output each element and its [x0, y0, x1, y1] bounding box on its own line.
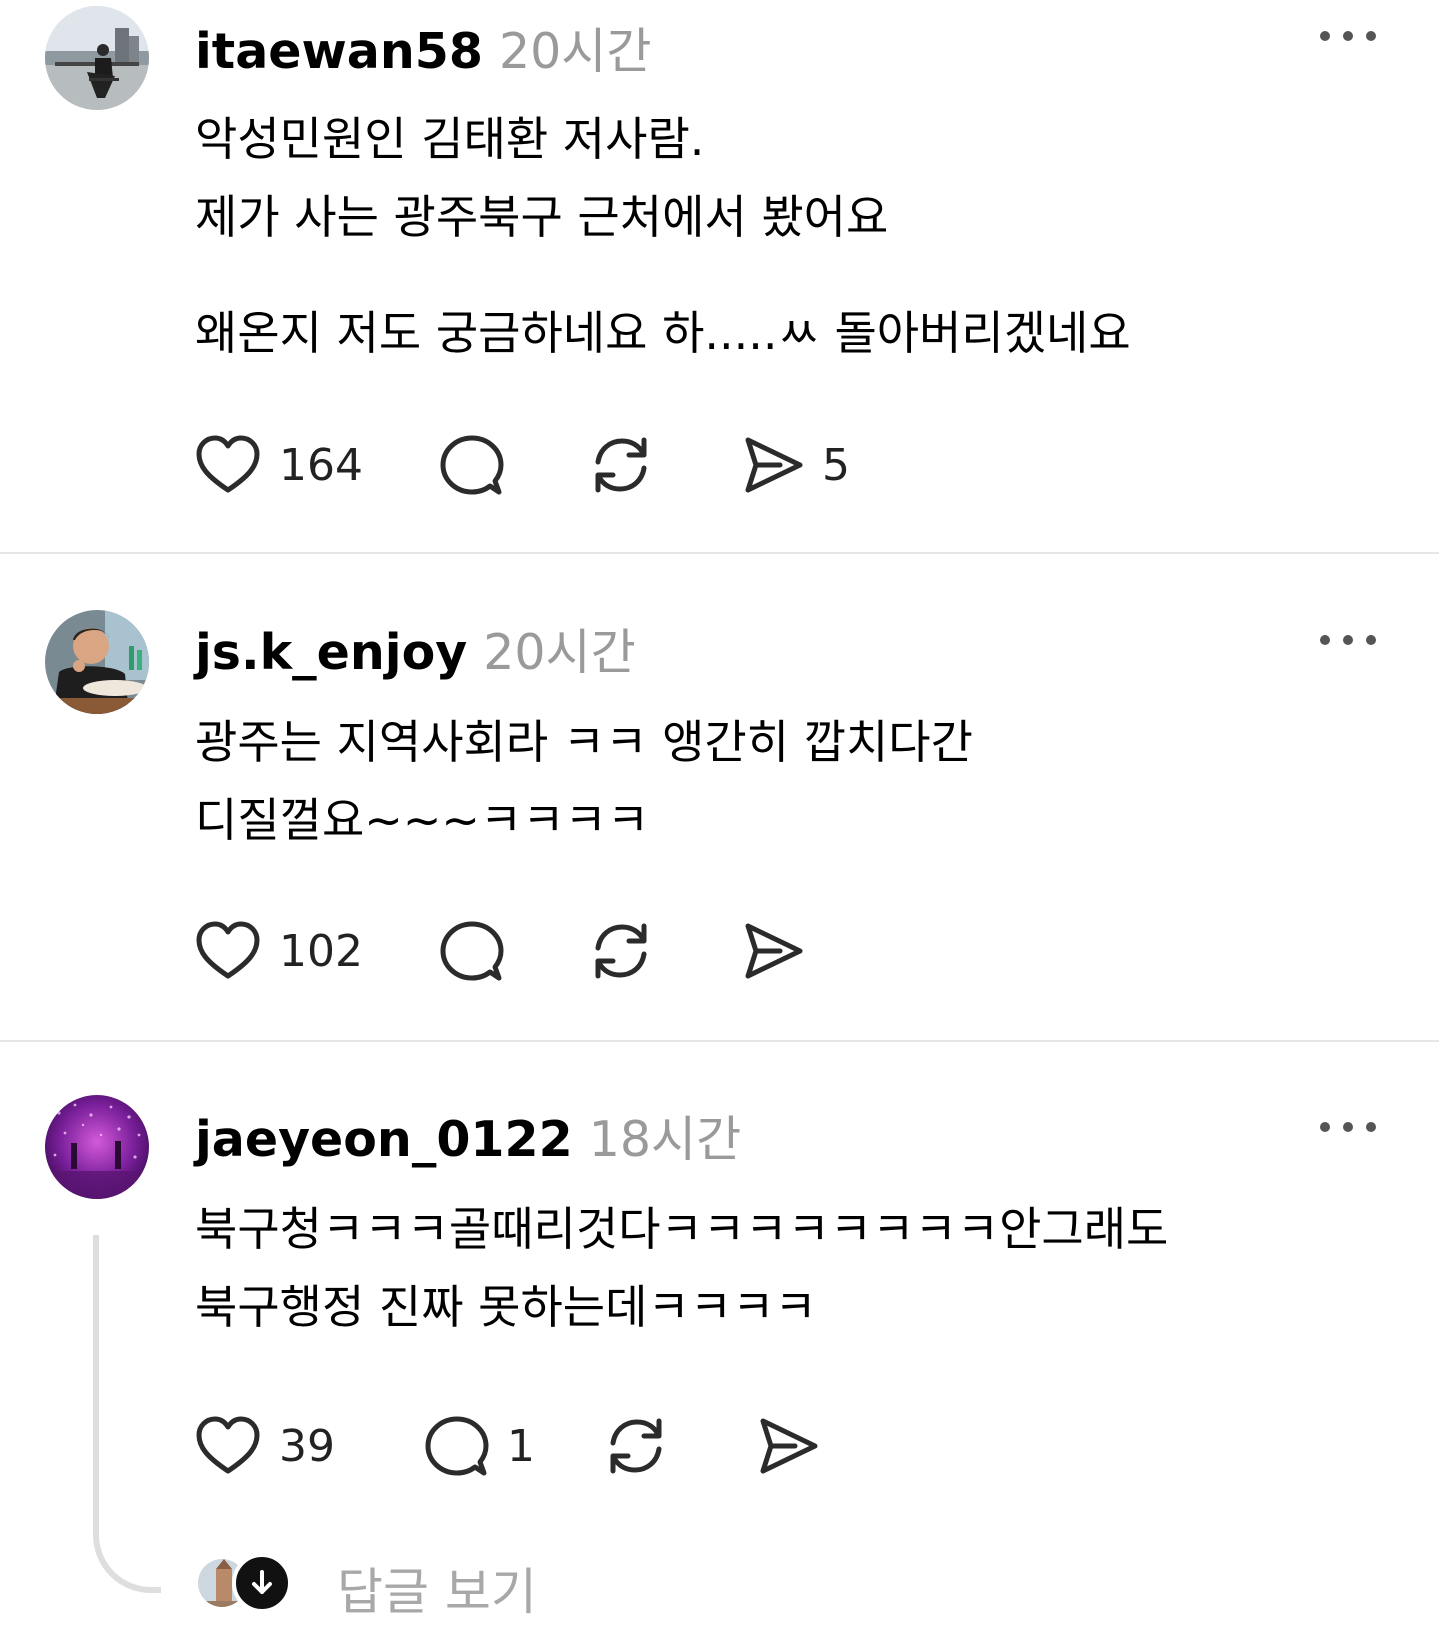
speech-bubble-icon — [440, 433, 504, 497]
post-text-line: 디질껄요~~~ㅋㅋㅋㅋ — [195, 793, 650, 847]
avatar-itaewan58[interactable] — [45, 6, 149, 110]
more-dots-icon[interactable] — [1320, 630, 1376, 650]
share-button[interactable]: 5 — [740, 430, 850, 500]
thread-line — [93, 1235, 161, 1593]
post-text-line: 제가 사는 광주북구 근처에서 봤어요 — [195, 190, 889, 244]
view-replies-label: 답글 보기 — [337, 1563, 537, 1621]
like-button[interactable]: 39 — [195, 1411, 335, 1481]
more-dots-icon[interactable] — [1320, 1117, 1376, 1137]
post-text-line: 왜온지 저도 궁금하네요 하.....ㅆ 돌아버리겠네요 — [195, 306, 1131, 360]
timestamp: 18시간 — [588, 1111, 742, 1168]
like-count: 102 — [279, 925, 363, 977]
post-text-line: 악성민원인 김태환 저사람. — [195, 112, 705, 166]
like-count: 39 — [279, 1420, 335, 1472]
repost-icon — [588, 918, 654, 984]
like-button[interactable]: 164 — [195, 430, 363, 500]
post-divider — [0, 552, 1439, 554]
post-text: 북구청ㅋㅋㅋ골때리것다ㅋㅋㅋㅋㅋㅋㅋㅋ안그래도 북구행정 진짜 못하는데ㅋㅋㅋㅋ — [195, 1190, 1375, 1346]
avatar-js-k-enjoy[interactable] — [45, 610, 149, 714]
comment-button[interactable]: 1 — [425, 1411, 535, 1481]
post-text-line: 광주는 지역사회라 ㅋㅋ 앵간히 깝치다간 — [195, 715, 973, 769]
post-header: js.k_enjoy 20시간 — [195, 613, 636, 683]
post-text: 광주는 지역사회라 ㅋㅋ 앵간히 깝치다간 디질껄요~~~ㅋㅋㅋㅋ — [195, 703, 1375, 859]
post-header: itaewan58 20시간 — [195, 12, 651, 82]
send-icon — [740, 919, 804, 983]
like-count: 164 — [279, 439, 363, 491]
username[interactable]: itaewan58 — [195, 23, 483, 80]
avatar-jaeyeon-0122[interactable] — [45, 1095, 149, 1199]
post-1: itaewan58 20시간 악성민원인 김태환 저사람. 제가 사는 광주북구… — [0, 0, 1439, 527]
speech-bubble-icon — [425, 1414, 489, 1478]
send-icon — [740, 433, 804, 497]
heart-icon — [195, 434, 261, 496]
repost-button[interactable] — [603, 1411, 669, 1481]
share-button[interactable] — [755, 1411, 837, 1481]
comment-count: 1 — [507, 1420, 535, 1472]
post-text-line: 북구청ㅋㅋㅋ골때리것다ㅋㅋㅋㅋㅋㅋㅋㅋ안그래도 — [195, 1202, 1169, 1256]
speech-bubble-icon — [440, 919, 504, 983]
heart-icon — [195, 920, 261, 982]
timestamp: 20시간 — [483, 624, 636, 681]
repost-icon — [603, 1413, 669, 1479]
post-2: js.k_enjoy 20시간 광주는 지역사회라 ㅋㅋ 앵간히 깝치다간 디질… — [0, 555, 1439, 1035]
share-count: 5 — [822, 439, 850, 491]
share-button[interactable] — [740, 916, 822, 986]
like-button[interactable]: 102 — [195, 916, 363, 986]
heart-icon — [195, 1415, 261, 1477]
timestamp: 20시간 — [498, 23, 652, 80]
username[interactable]: jaeyeon_0122 — [195, 1111, 573, 1168]
post-text: 악성민원인 김태환 저사람. 제가 사는 광주북구 근처에서 봤어요 왜온지 저… — [195, 100, 1375, 372]
more-dots-icon[interactable] — [1320, 26, 1376, 46]
comment-button[interactable] — [440, 430, 522, 500]
post-header: jaeyeon_0122 18시간 — [195, 1100, 741, 1170]
comment-button[interactable] — [440, 916, 522, 986]
send-icon — [755, 1414, 819, 1478]
repost-button[interactable] — [588, 430, 654, 500]
repost-icon — [588, 432, 654, 498]
repost-button[interactable] — [588, 916, 654, 986]
username[interactable]: js.k_enjoy — [195, 624, 467, 681]
arrow-down-icon — [232, 1553, 292, 1613]
post-text-line: 북구행정 진짜 못하는데ㅋㅋㅋㅋ — [195, 1280, 817, 1334]
